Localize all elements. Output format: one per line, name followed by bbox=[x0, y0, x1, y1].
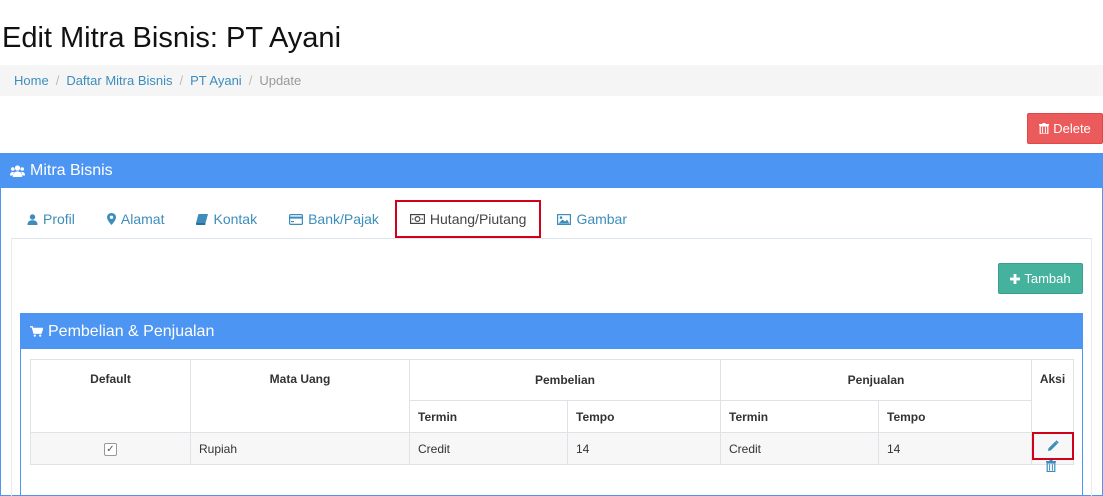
header-penjualan: Penjualan bbox=[720, 359, 1032, 401]
cell-penjualan-tempo: 14 bbox=[878, 432, 1032, 465]
delete-label: Delete bbox=[1053, 121, 1091, 136]
breadcrumb-current: Update bbox=[259, 73, 302, 88]
breadcrumb: Home / Daftar Mitra Bisnis / PT Ayani / Update bbox=[0, 65, 1103, 96]
page-title: Edit Mitra Bisnis: PT Ayani bbox=[2, 22, 342, 54]
tab-hutang-piutang[interactable]: Hutang/Piutang bbox=[394, 200, 542, 238]
tab-label: Gambar bbox=[576, 211, 628, 227]
subpanel-heading: Pembelian & Penjualan bbox=[21, 314, 1082, 349]
subheader-tempo: Tempo bbox=[567, 400, 721, 433]
subheader-termin: Termin bbox=[720, 400, 879, 433]
tab-label: Kontak bbox=[213, 211, 258, 227]
delete-row-icon[interactable] bbox=[1046, 460, 1056, 472]
money-icon bbox=[409, 214, 425, 224]
panel-heading-text: Mitra Bisnis bbox=[30, 162, 113, 179]
cell-penjualan-termin: Credit bbox=[720, 432, 879, 465]
subpanel-heading-text: Pembelian & Penjualan bbox=[48, 322, 215, 340]
tab-label: Profil bbox=[43, 211, 75, 227]
trash-icon bbox=[1039, 123, 1050, 134]
tab-kontak[interactable]: Kontak bbox=[180, 200, 273, 238]
panel-heading: Mitra Bisnis bbox=[1, 154, 1102, 188]
book-icon bbox=[196, 213, 209, 225]
subheader-tempo: Tempo bbox=[878, 400, 1032, 433]
cell-default: ✓ bbox=[30, 432, 191, 465]
breadcrumb-home[interactable]: Home bbox=[14, 73, 49, 88]
tab-bar: Profil Alamat Kontak Bank/Pajak Hutang/P… bbox=[11, 200, 643, 238]
tab-label: Hutang/Piutang bbox=[429, 211, 527, 227]
tab-label: Bank/Pajak bbox=[308, 211, 379, 227]
header-aksi: Aksi bbox=[1031, 359, 1074, 433]
map-marker-icon bbox=[106, 213, 116, 225]
tab-bank-pajak[interactable]: Bank/Pajak bbox=[273, 200, 395, 238]
user-icon bbox=[27, 213, 38, 225]
breadcrumb-separator: / bbox=[55, 73, 60, 88]
cell-aksi bbox=[1031, 432, 1074, 472]
table-row: ✓ Rupiah Credit 14 Credit 14 bbox=[30, 432, 1074, 472]
edit-button[interactable] bbox=[1032, 432, 1074, 460]
tab-gambar[interactable]: Gambar bbox=[541, 200, 643, 238]
tab-label: Alamat bbox=[120, 211, 165, 227]
header-pembelian: Pembelian bbox=[409, 359, 721, 401]
tab-alamat[interactable]: Alamat bbox=[91, 200, 181, 238]
add-button[interactable]: Tambah bbox=[998, 263, 1083, 294]
header-default: Default bbox=[30, 359, 191, 433]
breadcrumb-separator: / bbox=[179, 73, 184, 88]
breadcrumb-list[interactable]: Daftar Mitra Bisnis bbox=[66, 73, 172, 88]
subheader-termin: Termin bbox=[409, 400, 568, 433]
credit-card-icon bbox=[289, 213, 304, 225]
pencil-icon bbox=[1047, 440, 1059, 452]
plus-icon bbox=[1010, 273, 1021, 284]
delete-button[interactable]: Delete bbox=[1027, 113, 1103, 144]
default-checkbox[interactable]: ✓ bbox=[104, 443, 117, 456]
breadcrumb-item[interactable]: PT Ayani bbox=[190, 73, 242, 88]
add-label: Tambah bbox=[1024, 271, 1071, 286]
shopping-cart-icon bbox=[30, 326, 43, 337]
cell-mata-uang: Rupiah bbox=[190, 432, 410, 465]
cell-pembelian-tempo: 14 bbox=[567, 432, 721, 465]
tab-profil[interactable]: Profil bbox=[11, 200, 91, 238]
picture-icon bbox=[557, 213, 572, 225]
breadcrumb-separator: / bbox=[248, 73, 253, 88]
cell-pembelian-termin: Credit bbox=[409, 432, 568, 465]
header-mata-uang: Mata Uang bbox=[190, 359, 410, 433]
hutang-piutang-table: Default Mata Uang Pembelian Penjualan Ak… bbox=[30, 359, 1074, 472]
users-icon bbox=[10, 165, 25, 177]
